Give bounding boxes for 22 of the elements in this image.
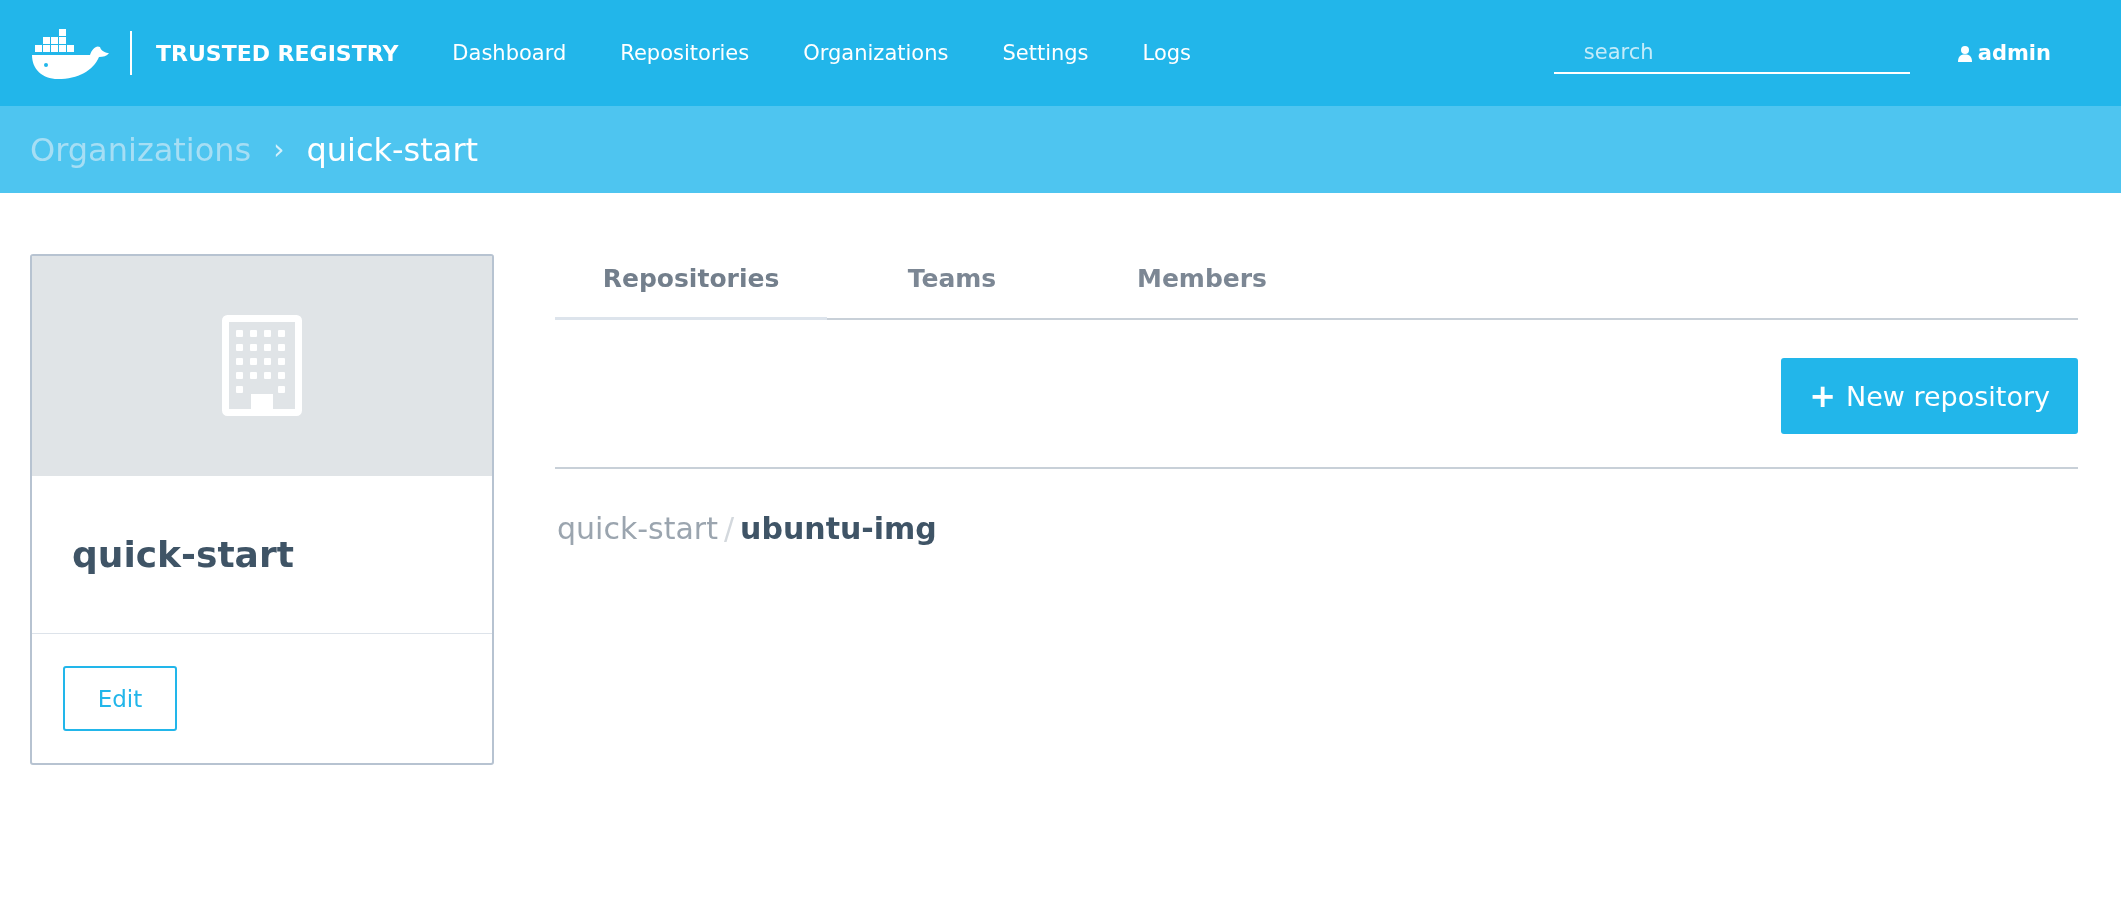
nav-link[interactable]: Logs	[1142, 41, 1191, 65]
repository-namespace: quick-start	[557, 511, 718, 546]
tab[interactable]: Teams	[827, 254, 1077, 320]
repository-link[interactable]: ubuntu-img	[740, 511, 937, 546]
breadcrumb-separator: ›	[273, 133, 285, 166]
edit-button[interactable]: Edit	[63, 666, 177, 731]
user-icon	[1957, 44, 1972, 62]
brand-title: TRUSTED REGISTRY	[156, 40, 399, 66]
nav-link[interactable]: Settings	[1002, 41, 1089, 65]
tab[interactable]: Repositories	[555, 254, 827, 320]
nav-link[interactable]: Repositories	[620, 41, 750, 65]
tab[interactable]: Members	[1077, 254, 1327, 320]
nav-link[interactable]: Dashboard	[452, 41, 567, 65]
new-repository-button[interactable]: + New repository	[1781, 358, 2078, 434]
building-icon	[222, 315, 302, 417]
path-separator: /	[723, 511, 735, 546]
breadcrumb-link[interactable]: Organizations	[30, 130, 252, 169]
user-menu[interactable]: admin	[1957, 41, 2051, 65]
nav-link[interactable]: Organizations	[803, 41, 949, 65]
breadcrumb-current: quick-start	[306, 130, 479, 169]
organization-name: quick-start	[32, 475, 492, 634]
search-field[interactable]: search	[1553, 32, 1910, 74]
